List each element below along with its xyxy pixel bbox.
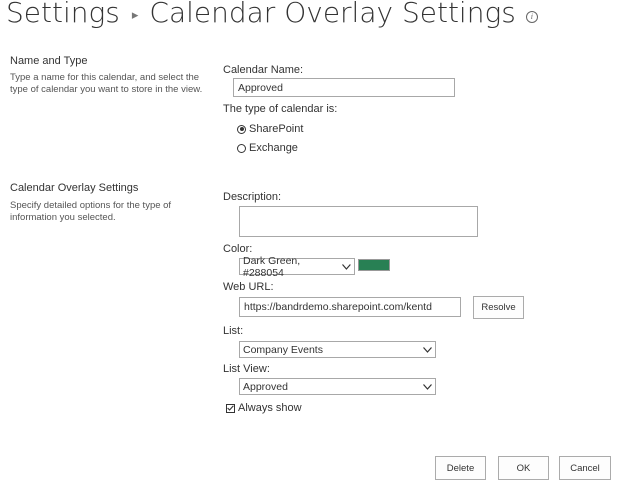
- chevron-down-icon: [423, 346, 432, 353]
- resolve-button[interactable]: Resolve: [473, 296, 524, 319]
- radio-exchange-unchecked-icon[interactable]: [237, 143, 246, 153]
- list-view-select[interactable]: Approved: [239, 378, 436, 395]
- page-header: Settings ▸ Calendar Overlay Settings i: [6, 0, 538, 29]
- always-show-checkbox[interactable]: Always show: [226, 402, 302, 414]
- radio-sharepoint[interactable]: SharePoint: [237, 123, 303, 135]
- list-view-select-value: Approved: [243, 380, 288, 393]
- radio-exchange-label: Exchange: [249, 142, 298, 154]
- name-type-section-title: Name and Type: [10, 55, 88, 67]
- calendar-name-label: Calendar Name:: [223, 64, 304, 76]
- delete-button[interactable]: Delete: [435, 456, 486, 480]
- color-select[interactable]: Dark Green, #288054: [239, 255, 355, 279]
- color-swatch: [358, 259, 390, 271]
- list-select[interactable]: Company Events: [239, 341, 436, 358]
- description-textarea[interactable]: [239, 206, 478, 237]
- calendar-type-label: The type of calendar is:: [223, 103, 338, 115]
- checkbox-checked-icon[interactable]: [226, 403, 235, 413]
- always-show-label: Always show: [238, 402, 302, 414]
- color-select-value: Dark Green, #288054: [243, 254, 301, 279]
- web-url-label: Web URL:: [223, 281, 274, 293]
- chevron-down-icon: [342, 263, 351, 270]
- cancel-button-label: Cancel: [570, 462, 600, 474]
- web-url-value: https://bandrdemo.sharepoint.com/kentd: [244, 301, 432, 313]
- overlay-section-title: Calendar Overlay Settings: [10, 182, 139, 194]
- calendar-name-input[interactable]: Approved: [233, 78, 455, 97]
- ok-button-label: OK: [516, 462, 531, 474]
- delete-button-label: Delete: [446, 462, 475, 474]
- web-url-input[interactable]: https://bandrdemo.sharepoint.com/kentd: [239, 297, 461, 317]
- radio-sharepoint-label: SharePoint: [249, 123, 304, 135]
- description-label: Description:: [223, 191, 282, 203]
- cancel-button[interactable]: Cancel: [559, 456, 611, 480]
- chevron-down-icon: [423, 383, 432, 390]
- page-title: Calendar Overlay Settings: [149, 0, 516, 29]
- list-select-value: Company Events: [243, 343, 323, 356]
- calendar-name-value: Approved: [238, 81, 283, 94]
- breadcrumb-settings[interactable]: Settings: [6, 0, 120, 29]
- breadcrumb-separator-icon: ▸: [131, 8, 139, 23]
- resolve-button-label: Resolve: [481, 302, 516, 313]
- overlay-section-description: Specify detailed options for the type of…: [10, 200, 172, 223]
- list-view-label: List View:: [223, 363, 270, 375]
- radio-exchange[interactable]: Exchange: [237, 142, 298, 154]
- list-label: List:: [223, 325, 244, 337]
- color-label: Color:: [223, 243, 253, 255]
- ok-button[interactable]: OK: [498, 456, 549, 480]
- radio-sharepoint-checked-icon[interactable]: [237, 124, 246, 134]
- name-type-section-description: Type a name for this calendar, and selec…: [10, 72, 203, 95]
- info-icon[interactable]: i: [525, 10, 538, 23]
